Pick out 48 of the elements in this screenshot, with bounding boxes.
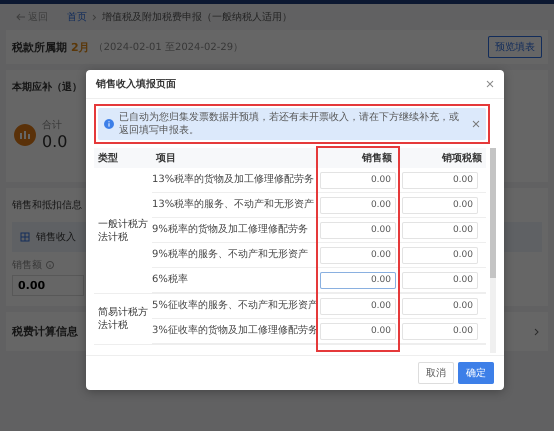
sales-amount-field[interactable]: 0.00 bbox=[320, 222, 396, 238]
item-cell: 13%税率的服务、不动产和无形资产 bbox=[152, 198, 314, 212]
output-tax-field[interactable]: 0.00 bbox=[402, 172, 478, 188]
back-arrow-icon bbox=[16, 13, 25, 21]
sales-amount-field[interactable]: 0.00 bbox=[320, 246, 396, 264]
column-header: 销售额 bbox=[360, 151, 393, 165]
period-label: 税款所属期 bbox=[12, 40, 67, 54]
chevron-icon[interactable] bbox=[534, 328, 540, 336]
sales-amount-field[interactable]: 0.00 bbox=[320, 322, 396, 340]
total-value: 0.0 bbox=[42, 132, 68, 151]
output-tax-field[interactable]: 0.00 bbox=[402, 246, 478, 264]
sales-amount-field[interactable]: 0.00 bbox=[320, 272, 396, 288]
close-icon[interactable] bbox=[472, 120, 480, 128]
info-icon bbox=[46, 261, 54, 269]
item-cell-text: 9%税率的服务、不动产和无形资产 bbox=[152, 248, 309, 262]
sales-amount-field[interactable]: 0.00 bbox=[320, 298, 396, 314]
column-header: 类型 bbox=[97, 152, 119, 165]
output-tax-field[interactable]: 0.00 bbox=[402, 322, 478, 340]
grid-icon bbox=[20, 232, 30, 242]
output-tax-field[interactable]: 0.00 bbox=[402, 222, 478, 238]
info-icon bbox=[104, 119, 114, 129]
output-tax-field[interactable]: 0.00 bbox=[402, 298, 478, 314]
dialog-title: 销售收入填报页面 bbox=[96, 78, 176, 91]
sales-amount-field[interactable]: 0.00 bbox=[320, 172, 396, 188]
column-header: 项目 bbox=[154, 152, 177, 165]
item-cell-text: 6%税率 bbox=[152, 273, 189, 287]
type-cell: 一般计税方法计税 bbox=[98, 218, 148, 244]
output-tax-field[interactable]: 0.00 bbox=[402, 272, 478, 288]
section-title: 税费计算信息 bbox=[12, 324, 78, 339]
breadcrumb-item: 增值税及附加税费申报（一般纳税人适用） bbox=[102, 10, 292, 24]
output-tax-field[interactable]: 0.00 bbox=[402, 196, 478, 214]
item-cell: 13%税率的货物及加工修理修配劳务 bbox=[152, 173, 314, 187]
alert-text: 已自动为您归集发票数据并预填，若还有未开票收入，请在下方继续补充，或返回填写申报表。 bbox=[119, 111, 460, 137]
section-title: 销售和抵扣信息 bbox=[12, 198, 82, 212]
banner-label: 销售收入 bbox=[36, 230, 76, 244]
period-month: 2月 bbox=[71, 40, 90, 54]
chevron-icon bbox=[92, 14, 97, 20]
confirm-button[interactable]: 确定 bbox=[458, 362, 494, 384]
sales-amount-field[interactable]: 0.00 bbox=[320, 196, 396, 214]
summary-title: 本期应补（退） bbox=[12, 80, 82, 94]
close-icon[interactable] bbox=[486, 80, 494, 88]
item-cell: 3%征收率的货物及加工修理修配劳务 bbox=[152, 324, 314, 338]
type-cell: 简易计税方法计税 bbox=[98, 306, 148, 332]
column-header: 销项税额 bbox=[440, 151, 483, 165]
sales-field[interactable]: 0.00 bbox=[12, 275, 84, 296]
cancel-button[interactable]: 取消 bbox=[418, 362, 454, 384]
bar-chart-icon bbox=[14, 124, 36, 146]
item-cell-text: 9%税率的货物及加工修理修配劳务 bbox=[152, 223, 309, 237]
